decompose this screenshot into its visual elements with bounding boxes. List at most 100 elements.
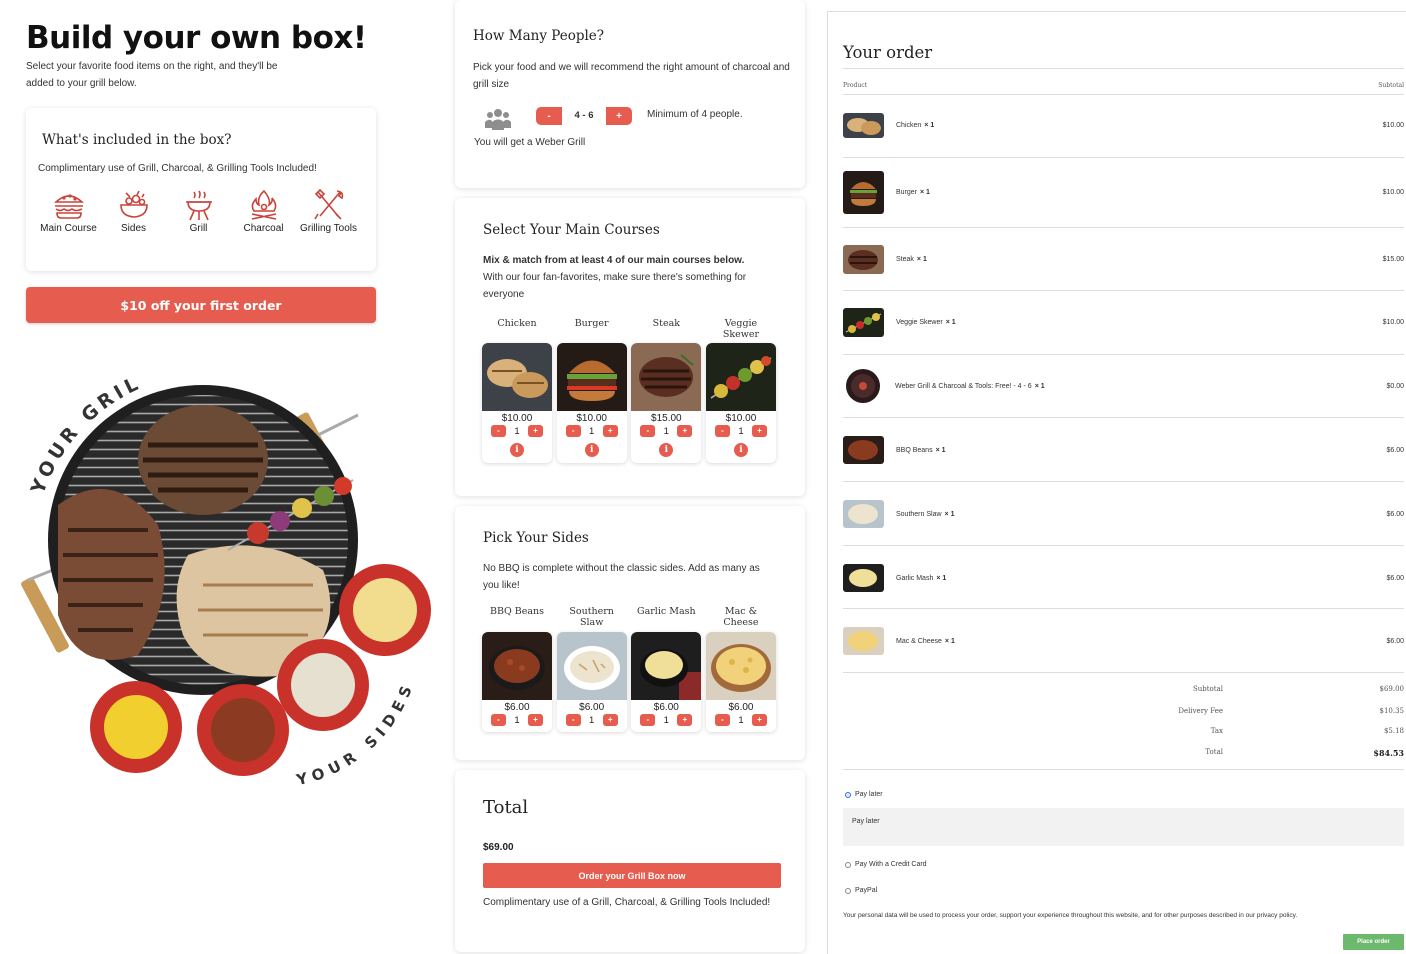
people-increase-button[interactable]: + [606, 107, 632, 125]
item-name: Weber Grill & Charcoal & Tools: Free! - … [895, 382, 1045, 390]
product-header: Steak [652, 318, 680, 329]
included-icons: Main Course Sides Grill Charcoal Grillin… [36, 188, 366, 234]
increase-button[interactable]: + [528, 714, 543, 726]
payment-option-pay-later[interactable]: Pay later [845, 791, 883, 798]
quantity-stepper: - 1 + [565, 425, 618, 437]
order-grill-box-button[interactable]: Order your Grill Box now [483, 863, 781, 888]
product-card-veggie-skewer: $10.00 - 1 + i [705, 343, 776, 463]
product-header: Burger [574, 318, 609, 329]
people-text: Pick your food and we will recommend the… [473, 62, 790, 90]
promo-button[interactable]: $10 off your first order [26, 287, 376, 323]
product-price: $6.00 [653, 702, 679, 713]
decrease-button[interactable]: - [565, 425, 581, 437]
sides-text: No BBQ is complete without the classic s… [483, 563, 760, 591]
info-button[interactable]: i [584, 443, 599, 457]
totals-delivery-fee: Delivery Fee $10.35 [1178, 707, 1404, 715]
veggie-skewer-image [705, 343, 776, 411]
item-thumbnail [843, 245, 884, 274]
page-title: Build your own box! [26, 20, 367, 56]
people-decrease-button[interactable]: - [536, 107, 562, 125]
included-item-grill: Grill [166, 188, 231, 234]
totals-subtotal: Subtotal $69.00 [1192, 685, 1404, 693]
product-header: Southern Slaw [569, 606, 614, 628]
decrease-button[interactable]: - [640, 425, 656, 437]
radio-unselected[interactable] [845, 861, 851, 868]
item-price: $6.00 [1386, 574, 1404, 582]
people-count: 4 - 6 [574, 110, 594, 121]
privacy-text: Your personal data will be used to proce… [843, 912, 1298, 919]
radio-unselected[interactable] [845, 887, 851, 894]
decrease-button[interactable]: - [714, 425, 730, 437]
totals-tax: Tax $5.18 [1210, 727, 1404, 735]
item-name: Burger × 1 [896, 189, 930, 196]
radio-selected[interactable] [845, 791, 851, 798]
grill-icon [185, 190, 212, 221]
product-card-chicken: $10.00 - 1 + i [482, 343, 552, 463]
increase-button[interactable]: + [677, 425, 693, 437]
quantity-stepper: - 1 + [640, 714, 693, 726]
increase-button[interactable]: + [677, 714, 693, 726]
divider [843, 481, 1404, 482]
people-panel: How Many People? Pick your food and we w… [455, 0, 805, 188]
southern-slaw-image [556, 632, 627, 700]
total-note: Complimentary use of a Grill, Charcoal, … [483, 897, 771, 908]
divider [843, 94, 1404, 95]
payment-option-paypal[interactable]: PayPal [845, 887, 877, 894]
minimum-note: Minimum of 4 people. [647, 109, 743, 120]
item-thumbnail [843, 171, 884, 214]
divider [843, 354, 1404, 355]
decrease-button[interactable]: - [491, 425, 506, 437]
order-item: Southern Slaw × 1 $6.00 [843, 500, 1404, 528]
decrease-button[interactable]: - [491, 714, 506, 726]
divider [843, 227, 1404, 228]
order-item: Veggie Skewer × 1 $10.00 [843, 308, 1404, 337]
fire-icon [251, 189, 276, 220]
payment-option-credit-card[interactable]: Pay With a Credit Card [845, 861, 927, 868]
item-name: Veggie Skewer × 1 [896, 319, 956, 326]
quantity-stepper: - 1 + [714, 714, 767, 726]
decrease-button[interactable]: - [714, 714, 730, 726]
divider [843, 290, 1404, 291]
chicken-image [482, 343, 552, 411]
place-order-button[interactable]: Place order [1343, 934, 1404, 950]
column-product: Product [843, 82, 867, 89]
divider [843, 608, 1404, 609]
product-header: Veggie Skewer [722, 318, 760, 340]
quantity-value: 1 [738, 425, 744, 437]
sides-headers: BBQ Beans Southern Slaw Garlic Mash Mac … [482, 606, 776, 628]
quantity-stepper: - 1 + [491, 425, 543, 437]
product-card-southern-slaw: $6.00 - 1 + [556, 632, 627, 732]
info-button[interactable]: i [733, 443, 748, 457]
divider [843, 68, 1404, 69]
item-price: $15.00 [1382, 256, 1404, 263]
order-item: Mac & Cheese × 1 $6.00 [843, 627, 1404, 655]
order-item: Steak × 1 $15.00 [843, 245, 1404, 274]
product-price: $6.00 [728, 702, 754, 713]
increase-button[interactable]: + [602, 714, 618, 726]
info-button[interactable]: i [659, 443, 674, 457]
product-card-bbq-beans: $6.00 - 1 + [482, 632, 552, 732]
included-card: What's included in the box? Complimentar… [26, 108, 376, 271]
total-value: $69.00 [483, 842, 514, 853]
quantity-stepper: - 1 + [714, 425, 767, 437]
decrease-button[interactable]: - [640, 714, 656, 726]
increase-button[interactable]: + [751, 714, 767, 726]
totals-total: Total $84.53 [1205, 748, 1404, 758]
increase-button[interactable]: + [528, 425, 543, 437]
increase-button[interactable]: + [751, 425, 767, 437]
increase-button[interactable]: + [602, 425, 618, 437]
grill-illustration: YOUR GRILL YOUR SIDES [18, 355, 431, 789]
order-item: Garlic Mash × 1 $6.00 [843, 564, 1404, 592]
item-thumbnail [843, 500, 884, 528]
quantity-value: 1 [514, 425, 520, 437]
salad-bowl-icon [119, 190, 148, 218]
product-price: $15.00 [651, 413, 682, 424]
included-item-sides: Sides [101, 188, 166, 234]
decrease-button[interactable]: - [565, 714, 581, 726]
item-price: $10.00 [1382, 122, 1404, 129]
quantity-value: 1 [514, 714, 520, 726]
info-button[interactable]: i [510, 443, 524, 457]
item-thumbnail [843, 436, 884, 464]
product-card-mac-cheese: $6.00 - 1 + [705, 632, 776, 732]
quantity-value: 1 [663, 425, 669, 437]
